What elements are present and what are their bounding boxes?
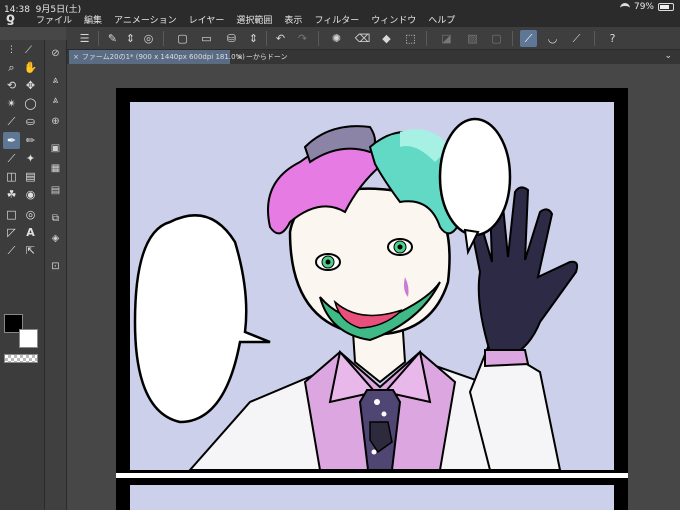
undo-icon[interactable]: ↶: [272, 30, 289, 47]
hamburger-icon[interactable]: ☰: [76, 30, 93, 47]
layer-operation-icon[interactable]: ⛀: [22, 113, 39, 130]
pen-small-icon[interactable]: ⟋: [20, 42, 37, 59]
app-logo-icon[interactable]: ƍ: [6, 12, 20, 26]
menu-item-6[interactable]: フィルター: [314, 13, 359, 26]
menu-item-2[interactable]: アニメーション: [114, 13, 177, 26]
material-icon[interactable]: ⊡: [47, 258, 64, 275]
navigator-icon[interactable]: ⊘: [47, 45, 64, 62]
menu-item-8[interactable]: ヘルプ: [428, 13, 455, 26]
sub-tool-panel: ⊘ ⩓ ⩓ ⊕ ▣ ▦ ▤ ⧉ ◈ ⊡: [45, 40, 67, 510]
figure-icon[interactable]: □: [3, 206, 20, 223]
menu-item-1[interactable]: 編集: [84, 13, 102, 26]
intermediate-color-icon[interactable]: ▦: [47, 160, 64, 177]
deselect-icon[interactable]: ◪: [438, 30, 455, 47]
layer-property-icon[interactable]: ⧉: [47, 210, 64, 227]
view-rotate-icon[interactable]: ⟲: [3, 77, 20, 94]
tab-active-document[interactable]: × ファーム20の1* (900 x 1440px 600dpi 181.0%): [69, 50, 245, 64]
perspective-snap-icon[interactable]: ⟋: [568, 30, 585, 47]
frame-border-icon[interactable]: ◎: [22, 206, 39, 223]
pen-icon[interactable]: ✒: [3, 132, 20, 149]
menu-item-7[interactable]: ウィンドウ: [371, 13, 416, 26]
menu-item-5[interactable]: 表示: [284, 13, 302, 26]
hand-icon[interactable]: ✋: [22, 59, 39, 76]
clear-layer-icon[interactable]: ⌫: [354, 30, 371, 47]
new-file-icon[interactable]: ✎: [104, 30, 121, 47]
document-tabs: × ファーム20の1* (900 x 1440px 600dpi 181.0%) …: [67, 50, 680, 64]
chevron-updown-icon[interactable]: ⇕: [245, 30, 262, 47]
battery-icon: [658, 3, 674, 11]
clip-studio-app: 14:38 9月5日(土) 79% ƍ ファイル 編集 アニメーション レイヤー 選択範…: [0, 0, 680, 510]
open-folder-icon[interactable]: ▭: [198, 30, 215, 47]
transform-icon[interactable]: ⬚: [402, 30, 419, 47]
chevron-updown-icon[interactable]: ⇕: [122, 30, 139, 47]
character-illustration: [133, 117, 579, 470]
new-canvas-icon[interactable]: ▢: [174, 30, 191, 47]
manga-page: [116, 88, 628, 510]
zoom-icon[interactable]: ⌕: [3, 59, 20, 76]
redo-icon[interactable]: ↷: [294, 30, 311, 47]
comic-panel-frame: [116, 88, 628, 473]
text-icon[interactable]: A: [22, 224, 39, 241]
stabilization-icon[interactable]: ⟋: [520, 30, 537, 47]
canvas-area[interactable]: [67, 64, 680, 510]
tab-inactive-document[interactable]: × ーからドーン: [233, 50, 323, 64]
brush-size-icon[interactable]: ⩓: [47, 92, 64, 109]
close-icon[interactable]: ×: [237, 53, 243, 61]
correct-line-icon[interactable]: ⟋: [3, 242, 20, 259]
command-bar: ☰ ✎ ⇕ ◎ ▢ ▭ ⛁ ⇕ ↶ ↷ ✺ ⌫ ◆ ⬚ ◪ ▨ ▢ ⟋ ◡ ⟋ …: [66, 27, 680, 50]
comic-panel-frame-2: [116, 478, 628, 510]
lasso-icon[interactable]: ◯: [22, 95, 39, 112]
menu-item-0[interactable]: ファイル: [36, 13, 72, 26]
color-history-icon[interactable]: ▤: [47, 182, 64, 199]
pencil-icon[interactable]: ✏: [22, 132, 39, 149]
battery-percent: 79%: [633, 2, 654, 12]
background-color-swatch[interactable]: [19, 329, 38, 348]
invert-selection-icon[interactable]: ▨: [464, 30, 481, 47]
ruler-snap-icon[interactable]: ◡: [544, 30, 561, 47]
top-bar: 14:38 9月5日(土) 79% ƍ ファイル 編集 アニメーション レイヤー 選択範…: [0, 0, 680, 27]
loading-icon[interactable]: ✺: [328, 30, 345, 47]
ruler-icon[interactable]: ◸: [3, 224, 20, 241]
transparent-color-swatch[interactable]: [4, 354, 38, 363]
fill-icon[interactable]: ◆: [378, 30, 395, 47]
layer-icon[interactable]: ◈: [47, 230, 64, 247]
object-select-icon[interactable]: ⇱: [22, 242, 39, 259]
blend-icon[interactable]: ☘: [3, 186, 20, 203]
tool-panel: ⋮ ⟋ ⌕ ✋ ⟲ ✥ ✴ ◯ ⟋ ⛀ ✒ ✏ ⟋ ✦ ◫ ▤ ☘ ◉ □ ◎ …: [0, 40, 45, 510]
gradient-icon[interactable]: ▤: [22, 168, 39, 185]
clip-studio-icon[interactable]: ◎: [140, 30, 157, 47]
airbrush-icon[interactable]: ✦: [22, 150, 39, 167]
fill-bucket-icon[interactable]: ◉: [22, 186, 39, 203]
eraser-icon[interactable]: ◫: [3, 168, 20, 185]
grip-icon[interactable]: ⋮: [3, 42, 20, 59]
color-wheel-icon[interactable]: ⊕: [47, 113, 64, 130]
close-icon[interactable]: ×: [73, 53, 79, 61]
menu-bar: ファイル 編集 アニメーション レイヤー 選択範囲 表示 フィルター ウィンドウ ヘルプ: [36, 13, 455, 26]
brush-icon[interactable]: ⟋: [3, 150, 20, 167]
comic-panel: [130, 102, 614, 470]
save-icon[interactable]: ⛁: [223, 30, 240, 47]
eyedropper-icon[interactable]: ⟋: [3, 113, 20, 130]
selection-border-icon[interactable]: ▢: [488, 30, 505, 47]
tool-property-icon[interactable]: ⩓: [47, 72, 64, 89]
magic-wand-icon[interactable]: ✴: [3, 95, 20, 112]
status-indicators: 79%: [619, 2, 674, 12]
wifi-icon: [619, 3, 630, 11]
menu-item-4[interactable]: 選択範囲: [236, 13, 272, 26]
move-icon[interactable]: ✥: [22, 77, 39, 94]
color-set-icon[interactable]: ▣: [47, 140, 64, 157]
help-icon[interactable]: ?: [604, 30, 621, 47]
comic-panel-2: [130, 485, 614, 510]
chevron-down-icon[interactable]: ⌄: [664, 51, 672, 61]
menu-item-3[interactable]: レイヤー: [189, 13, 225, 26]
